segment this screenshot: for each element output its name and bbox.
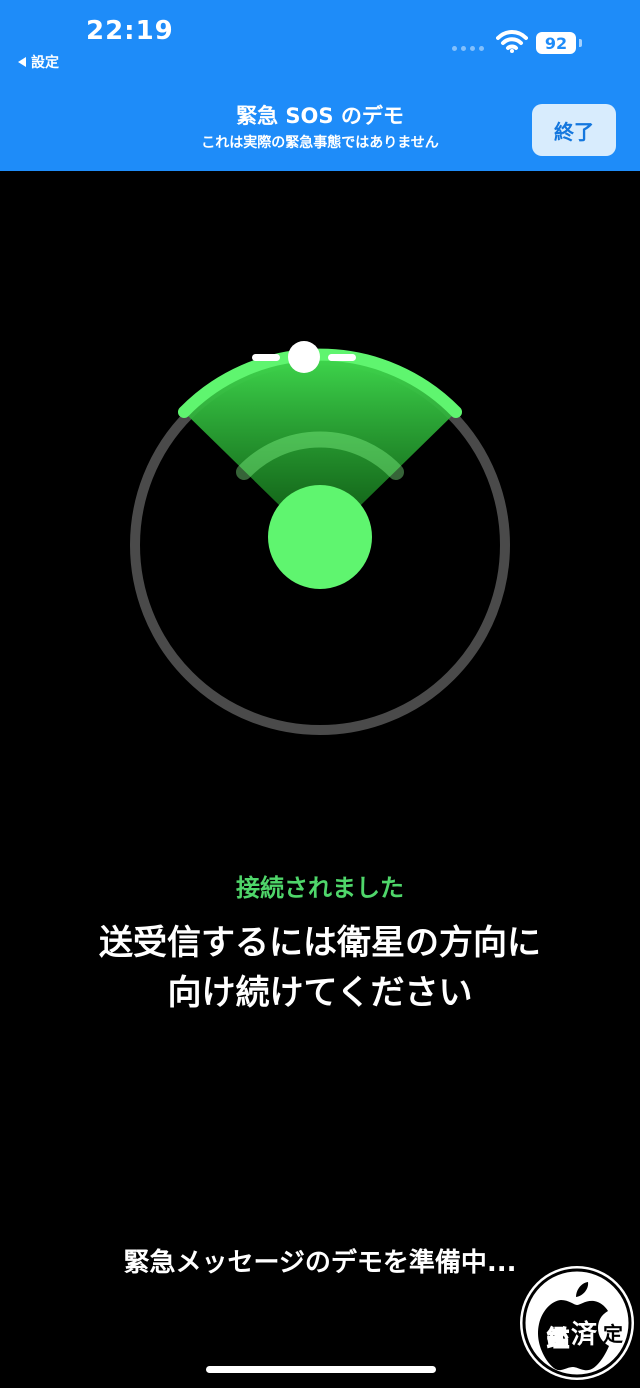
back-triangle-icon [18,57,26,67]
end-demo-button[interactable]: 終了 [532,104,616,156]
watermark-text-2: 済 [571,1319,598,1350]
connected-status: 接続されました [236,874,404,902]
signal-dots-icon [452,46,484,51]
instruction-line-2: 向け続けてください [167,973,473,1013]
emergency-demo-header: 22:19 設定 92 緊急 SOS のデモ これは実際の緊急事態ではありません… [0,0,640,171]
status-time: 22:19 [86,16,174,46]
watermark-text-1: 鑑 [547,1326,569,1352]
home-indicator[interactable] [206,1366,436,1373]
battery-icon: 92 [536,32,576,54]
battery-level: 92 [544,33,568,53]
device-dot [268,485,372,589]
back-label: 設定 [31,55,59,71]
apple-watermark-logo: 鑑 済 定 [520,1266,634,1380]
satellite-icon [288,341,320,373]
instruction-text: 送受信するには衛星の方向に 向け続けてください [0,918,640,1018]
watermark-text-3: 定 [603,1322,623,1346]
satellite-marker-right [328,354,356,361]
back-to-settings-button[interactable]: 設定 [18,52,59,72]
end-demo-label: 終了 [554,119,594,144]
wifi-icon [496,30,528,53]
satellite-radar [130,341,510,735]
instruction-line-1: 送受信するには衛星の方向に [99,923,541,963]
battery-tip-icon [579,39,582,47]
satellite-marker-left [252,354,280,361]
